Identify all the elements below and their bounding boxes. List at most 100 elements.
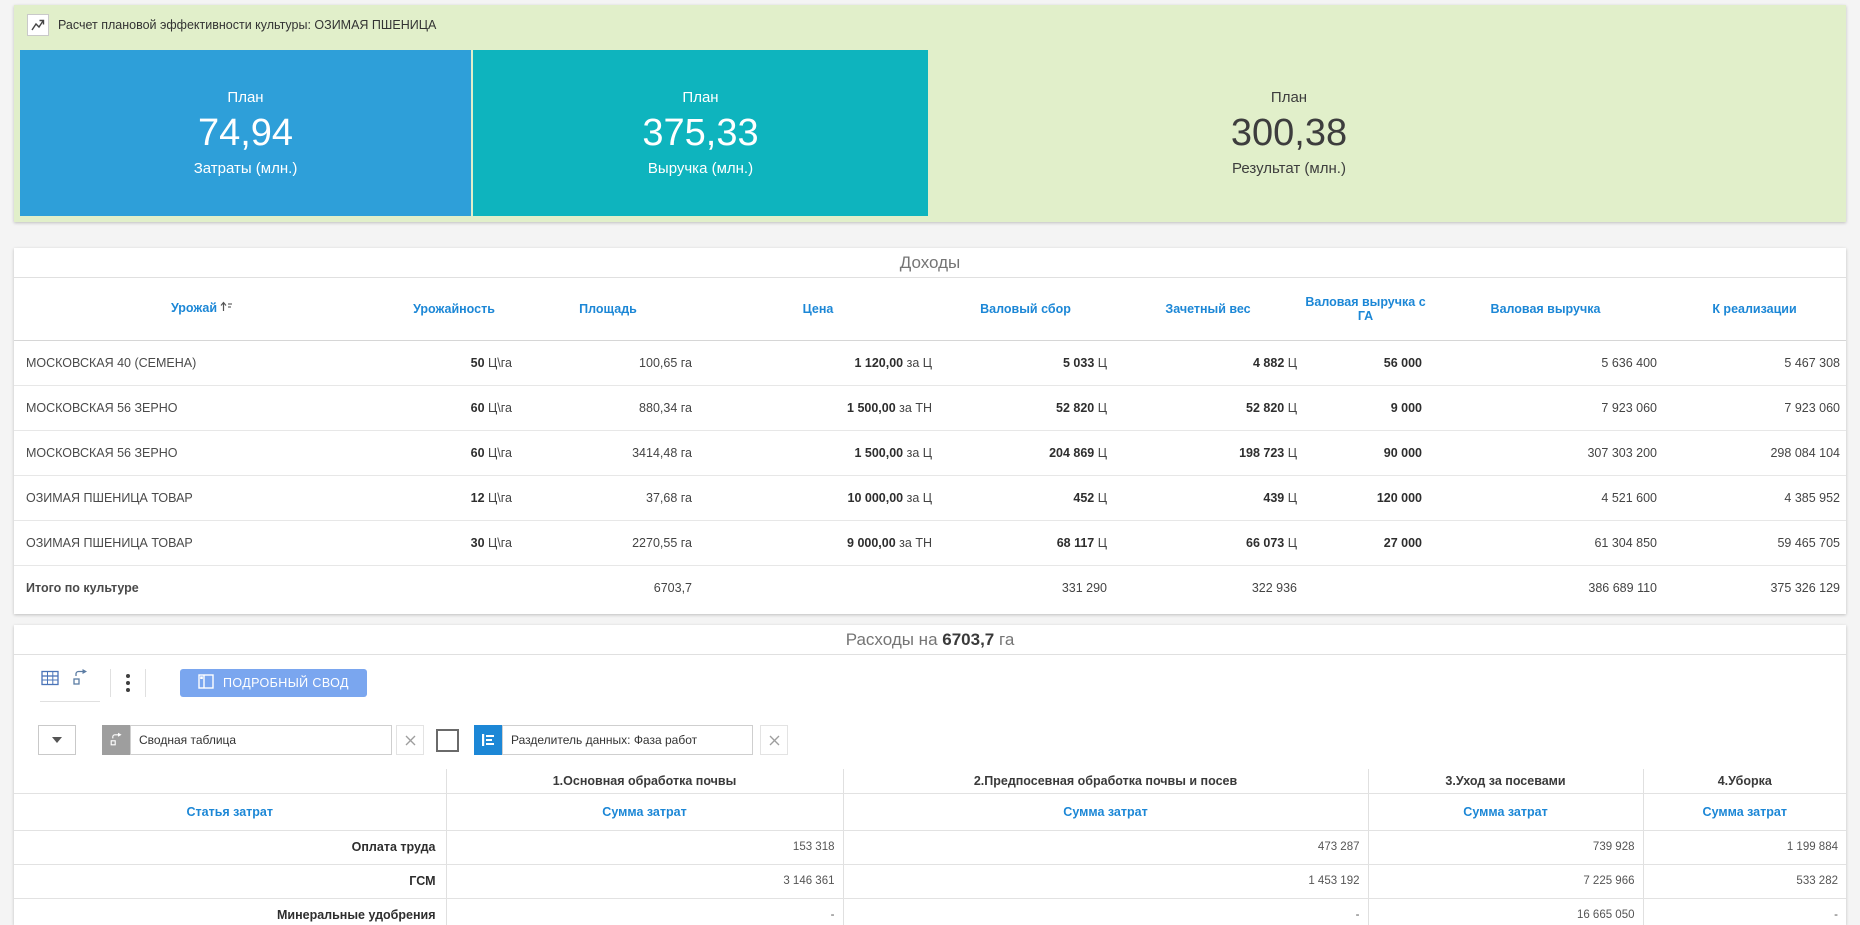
column-header-gross-revenue[interactable]: Валовая выручка: [1428, 278, 1663, 340]
toolbar-icon-group: [40, 664, 100, 702]
cost-value: 1 199 884: [1643, 830, 1846, 864]
collapse-dropdown-button[interactable]: [38, 725, 76, 755]
revenue-per-ha-cell: 90 000: [1303, 430, 1428, 475]
kpi-label: Выручка (млн.): [648, 160, 753, 177]
expenses-total-area: 6703,7: [942, 630, 994, 649]
kpi-panel-header: Расчет плановой эффективности культуры: …: [14, 5, 1846, 45]
cost-item-label: Минеральные удобрения: [14, 898, 446, 925]
column-header-price[interactable]: Цена: [698, 278, 938, 340]
column-header-to-sale[interactable]: К реализации: [1663, 278, 1846, 340]
column-header-gross[interactable]: Валовый сбор: [938, 278, 1113, 340]
pivot-sum-header[interactable]: Сумма затрат: [843, 793, 1368, 830]
pivot-view-icon[interactable]: [70, 668, 90, 693]
to-sale-cell: 298 084 104: [1663, 430, 1846, 475]
income-table-row[interactable]: МОСКОВСКАЯ 56 ЗЕРНО 60 Ц\га 3414,48 га 1…: [14, 430, 1846, 475]
column-header-net-weight[interactable]: Зачетный вес: [1113, 278, 1303, 340]
gross-revenue-cell: 307 303 200: [1428, 430, 1663, 475]
pivot-group-header: 1.Основная обработка почвы: [446, 769, 843, 793]
close-icon: [769, 735, 780, 746]
revenue-per-ha-cell: 56 000: [1303, 340, 1428, 385]
area-cell: 880,34 га: [518, 385, 698, 430]
layout-window-icon: [198, 674, 214, 692]
detailed-summary-button[interactable]: ПОДРОБНЫЙ СВОД: [180, 669, 367, 697]
total-gross-revenue-cell: 386 689 110: [1428, 565, 1663, 610]
total-yield-cell: [390, 565, 518, 610]
income-table-row[interactable]: ОЗИМАЯ ПШЕНИЦА ТОВАР 12 Ц\га 37,68 га 10…: [14, 475, 1846, 520]
column-header-yield[interactable]: Урожайность: [390, 278, 518, 340]
pivot-row[interactable]: ГСМ 3 146 361 1 453 192 7 225 966 533 28…: [14, 864, 1846, 898]
crop-name: МОСКОВСКАЯ 56 ЗЕРНО: [14, 430, 390, 475]
yield-cell: 12 Ц\га: [390, 475, 518, 520]
kpi-panel: Расчет плановой эффективности культуры: …: [14, 5, 1846, 222]
pivot-sum-header[interactable]: Сумма затрат: [1643, 793, 1846, 830]
total-area-cell: 6703,7: [518, 565, 698, 610]
gross-revenue-cell: 61 304 850: [1428, 520, 1663, 565]
area-cell: 3414,48 га: [518, 430, 698, 475]
remove-pivot-table-button[interactable]: [396, 725, 424, 755]
area-cell: 100,65 га: [518, 340, 698, 385]
kpi-card-costs: План 74,94 Затраты (млн.): [20, 50, 471, 216]
pivot-row[interactable]: Минеральные удобрения - - 16 665 050 -: [14, 898, 1846, 925]
gross-revenue-cell: 4 521 600: [1428, 475, 1663, 520]
pivot-row[interactable]: Оплата труда 153 318 473 287 739 928 1 1…: [14, 830, 1846, 864]
total-revenue-per-ha-cell: [1303, 565, 1428, 610]
total-net-weight-cell: 322 936: [1113, 565, 1303, 610]
data-separator-checkbox[interactable]: [436, 729, 459, 752]
data-separator-field[interactable]: [502, 725, 753, 755]
pivot-group-header: 2.Предпосевная обработка почвы и посев: [843, 769, 1368, 793]
kpi-value: 375,33: [642, 110, 758, 156]
cost-value: 1 453 192: [843, 864, 1368, 898]
area-cell: 37,68 га: [518, 475, 698, 520]
pivot-row-header[interactable]: Статья затрат: [14, 793, 446, 830]
kpi-label: Результат (млн.): [1232, 160, 1346, 177]
kpi-plan-label: План: [682, 89, 718, 106]
kpi-card-result: План 300,38 Результат (млн.): [928, 50, 1840, 216]
total-label: Итого по культуре: [14, 565, 390, 610]
to-sale-cell: 4 385 952: [1663, 475, 1846, 520]
income-table-row[interactable]: МОСКОВСКАЯ 56 ЗЕРНО 60 Ц\га 880,34 га 1 …: [14, 385, 1846, 430]
table-view-icon[interactable]: [40, 668, 60, 693]
revenue-per-ha-cell: 9 000: [1303, 385, 1428, 430]
kpi-card-revenue: План 375,33 Выручка (млн.): [473, 50, 928, 216]
pivot-group-header-row: 1.Основная обработка почвы 2.Предпосевна…: [14, 769, 1846, 793]
cost-value: 16 665 050: [1368, 898, 1643, 925]
remove-data-separator-button[interactable]: [760, 725, 788, 755]
cost-value: 473 287: [843, 830, 1368, 864]
income-table-row[interactable]: МОСКОВСКАЯ 40 (СЕМЕНА) 50 Ц\га 100,65 га…: [14, 340, 1846, 385]
kpi-plan-label: План: [1271, 89, 1307, 106]
gross-revenue-cell: 5 636 400: [1428, 340, 1663, 385]
gross-cell: 452 Ц: [938, 475, 1113, 520]
sort-ascending-icon: [220, 301, 233, 316]
to-sale-cell: 7 923 060: [1663, 385, 1846, 430]
more-options-kebab-icon[interactable]: [121, 674, 135, 692]
pivot-icon: [102, 725, 130, 755]
pivot-corner-cell: [14, 769, 446, 793]
pivot-group-header: 4.Уборка: [1643, 769, 1846, 793]
column-header-crop[interactable]: Урожай: [14, 278, 390, 340]
close-icon: [405, 735, 416, 746]
pivot-sum-header[interactable]: Сумма затрат: [1368, 793, 1643, 830]
expenses-panel: Расходы на 6703,7 га ПОДРОБНЫЙ СВОД: [14, 625, 1846, 925]
to-sale-cell: 5 467 308: [1663, 340, 1846, 385]
kpi-value: 74,94: [198, 110, 293, 156]
total-gross-cell: 331 290: [938, 565, 1113, 610]
page-title: Расчет плановой эффективности культуры: …: [58, 18, 436, 32]
total-price-cell: [698, 565, 938, 610]
pivot-sum-header[interactable]: Сумма затрат: [446, 793, 843, 830]
cost-value: 153 318: [446, 830, 843, 864]
net-weight-cell: 4 882 Ц: [1113, 340, 1303, 385]
column-header-area[interactable]: Площадь: [518, 278, 698, 340]
net-weight-cell: 439 Ц: [1113, 475, 1303, 520]
pivot-table-field[interactable]: [130, 725, 392, 755]
crop-name: ОЗИМАЯ ПШЕНИЦА ТОВАР: [14, 520, 390, 565]
expenses-toolbar: ПОДРОБНЫЙ СВОД: [14, 655, 1846, 711]
cost-value: -: [446, 898, 843, 925]
price-cell: 10 000,00 за Ц: [698, 475, 938, 520]
yield-cell: 50 Ц\га: [390, 340, 518, 385]
income-table-row[interactable]: ОЗИМАЯ ПШЕНИЦА ТОВАР 30 Ц\га 2270,55 га …: [14, 520, 1846, 565]
gross-cell: 204 869 Ц: [938, 430, 1113, 475]
cost-item-label: Оплата труда: [14, 830, 446, 864]
column-header-revenue-per-ha[interactable]: Валовая выручка с ГА: [1303, 278, 1428, 340]
line-chart-icon: [27, 14, 49, 36]
income-panel: Доходы Урожай Урожайность Площадь Цена В…: [14, 248, 1846, 614]
